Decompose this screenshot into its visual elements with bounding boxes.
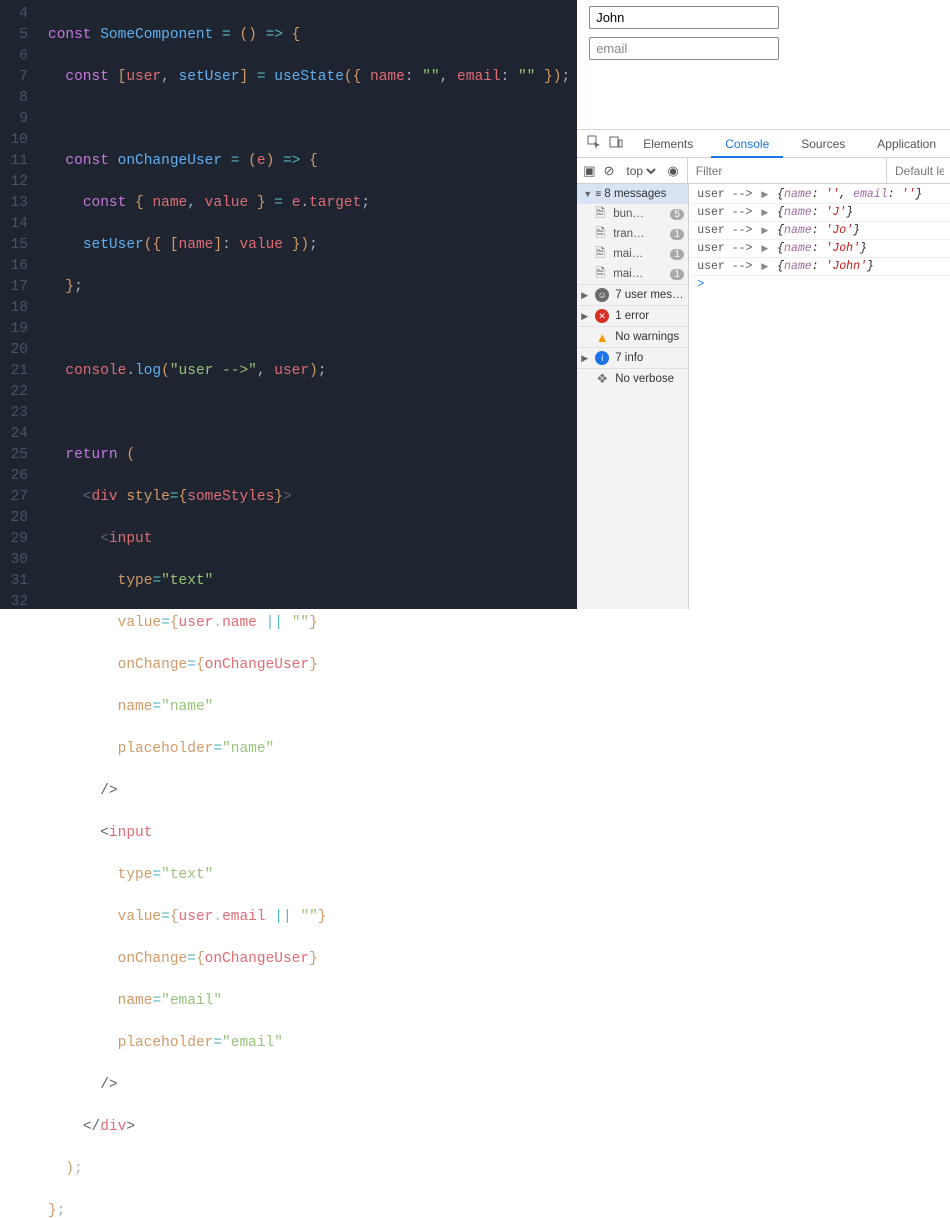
- sidebar-group-warn[interactable]: ▲ No warnings: [577, 326, 688, 347]
- warn-icon: ▲: [595, 330, 609, 344]
- line-number: 19: [0, 319, 38, 340]
- file-label: tran…: [613, 228, 664, 240]
- file-count: 1: [670, 249, 684, 260]
- line-number: 6: [0, 46, 38, 67]
- line-number: 5: [0, 25, 38, 46]
- tab-sources[interactable]: Sources: [787, 130, 859, 158]
- file-icon: 🗎: [593, 247, 607, 261]
- line-number: 15: [0, 235, 38, 256]
- group-label: No warnings: [615, 331, 679, 343]
- log-levels-label[interactable]: Default lev: [886, 158, 944, 183]
- user-icon: ☺: [595, 288, 609, 302]
- sidebar-group-verb[interactable]: ❖ No verbose: [577, 368, 688, 389]
- file-icon: 🗎: [593, 207, 607, 221]
- line-number: 16: [0, 256, 38, 277]
- messages-count: 8 messages: [604, 188, 666, 200]
- line-number: 27: [0, 487, 38, 508]
- line-number: 11: [0, 151, 38, 172]
- console-log-line[interactable]: user --> ▶ {name: '', email: ''}: [689, 186, 950, 204]
- context-select[interactable]: top: [622, 163, 659, 179]
- name-input[interactable]: [589, 6, 779, 29]
- group-label: 7 info: [615, 352, 643, 364]
- console-log-line[interactable]: user --> ▶ {name: 'Jo'}: [689, 222, 950, 240]
- sidebar-file-row[interactable]: 🗎 mai… 1: [577, 264, 688, 284]
- caret-icon: ▶: [581, 290, 589, 301]
- file-count: 1: [670, 269, 684, 280]
- line-number: 13: [0, 193, 38, 214]
- line-number: 25: [0, 445, 38, 466]
- device-icon[interactable]: [607, 135, 625, 152]
- line-number: 18: [0, 298, 38, 319]
- group-label: 1 error: [615, 310, 649, 322]
- sidebar-file-row[interactable]: 🗎 bun… 5: [577, 204, 688, 224]
- devtools-tabs: Elements Console Sources Application: [577, 130, 950, 158]
- code-area[interactable]: const SomeComponent = () => { const [use…: [38, 0, 577, 609]
- tab-console[interactable]: Console: [711, 130, 783, 158]
- app-preview: [577, 0, 950, 130]
- caret-icon: ▶: [581, 311, 589, 322]
- line-number: 28: [0, 508, 38, 529]
- err-icon: ✕: [595, 309, 609, 323]
- messages-header[interactable]: ▼ ≡ 8 messages: [577, 184, 688, 204]
- group-label: No verbose: [615, 373, 674, 385]
- file-label: mai…: [613, 248, 664, 260]
- sidebar-file-row[interactable]: 🗎 mai… 1: [577, 244, 688, 264]
- sidebar-group-info[interactable]: ▶ i 7 info: [577, 347, 688, 368]
- caret-icon: ▶: [581, 353, 589, 364]
- live-expr-icon[interactable]: ◉: [667, 163, 678, 179]
- line-number: 32: [0, 592, 38, 613]
- line-number: 7: [0, 67, 38, 88]
- file-icon: 🗎: [593, 227, 607, 241]
- group-label: 7 user mes…: [615, 289, 683, 301]
- line-number: 4: [0, 4, 38, 25]
- console-prompt[interactable]: >: [689, 276, 950, 293]
- line-number: 14: [0, 214, 38, 235]
- line-number: 23: [0, 403, 38, 424]
- line-number: 31: [0, 571, 38, 592]
- line-number: 21: [0, 361, 38, 382]
- console-sidebar: ▼ ≡ 8 messages 🗎 bun… 5 🗎 tran… 1 🗎 mai… 1 🗎 mai… 1…: [577, 184, 689, 609]
- line-number: 17: [0, 277, 38, 298]
- console-toolbar: ▣ ⊘ top ◉ Default lev: [577, 158, 950, 184]
- line-number: 9: [0, 109, 38, 130]
- email-input[interactable]: [589, 37, 779, 60]
- info-icon: i: [595, 351, 609, 365]
- file-count: 1: [670, 229, 684, 240]
- line-number: 26: [0, 466, 38, 487]
- file-count: 5: [670, 209, 684, 220]
- line-number: 8: [0, 88, 38, 109]
- line-number: 12: [0, 172, 38, 193]
- verb-icon: ❖: [595, 372, 609, 386]
- devtools-panel: Elements Console Sources Application ▣ ⊘…: [577, 130, 950, 609]
- line-number: 22: [0, 382, 38, 403]
- line-number: 29: [0, 529, 38, 550]
- sidebar-group-user[interactable]: ▶ ☺ 7 user mes…: [577, 284, 688, 305]
- console-filter-input[interactable]: [687, 158, 878, 183]
- console-log-area[interactable]: user --> ▶ {name: '', email: ''}user -->…: [689, 184, 950, 609]
- tab-application[interactable]: Application: [863, 130, 950, 158]
- line-number: 10: [0, 130, 38, 151]
- code-editor[interactable]: 4567891011121314151617181920212223242526…: [0, 0, 577, 609]
- file-label: mai…: [613, 268, 664, 280]
- console-log-line[interactable]: user --> ▶ {name: 'Joh'}: [689, 240, 950, 258]
- file-icon: 🗎: [593, 267, 607, 281]
- sidebar-file-row[interactable]: 🗎 tran… 1: [577, 224, 688, 244]
- file-label: bun…: [613, 208, 664, 220]
- line-number: 24: [0, 424, 38, 445]
- clear-console-icon[interactable]: ⊘: [603, 163, 614, 179]
- tab-elements[interactable]: Elements: [629, 130, 707, 158]
- line-number: 30: [0, 550, 38, 571]
- console-log-line[interactable]: user --> ▶ {name: 'J'}: [689, 204, 950, 222]
- inspect-icon[interactable]: [585, 135, 603, 152]
- console-log-line[interactable]: user --> ▶ {name: 'John'}: [689, 258, 950, 276]
- line-gutter: 4567891011121314151617181920212223242526…: [0, 0, 38, 609]
- sidebar-group-err[interactable]: ▶ ✕ 1 error: [577, 305, 688, 326]
- sidebar-toggle-icon[interactable]: ▣: [583, 163, 595, 179]
- line-number: 20: [0, 340, 38, 361]
